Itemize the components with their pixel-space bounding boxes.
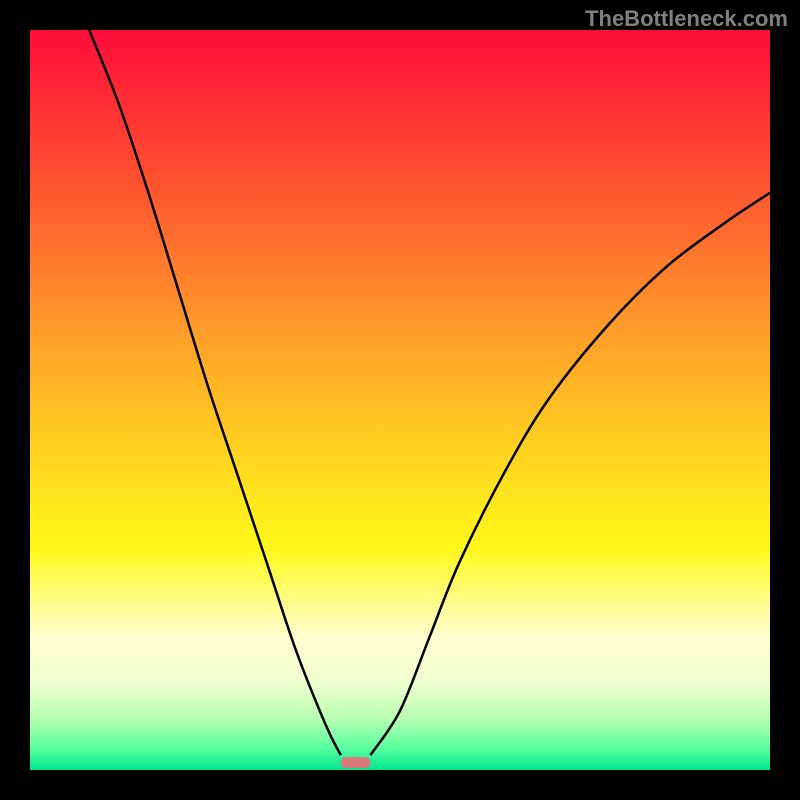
optimum-marker [341, 757, 371, 768]
bottleneck-chart [30, 30, 770, 770]
chart-svg [30, 30, 770, 770]
watermark-text: TheBottleneck.com [585, 6, 788, 32]
gradient-background [30, 30, 770, 770]
